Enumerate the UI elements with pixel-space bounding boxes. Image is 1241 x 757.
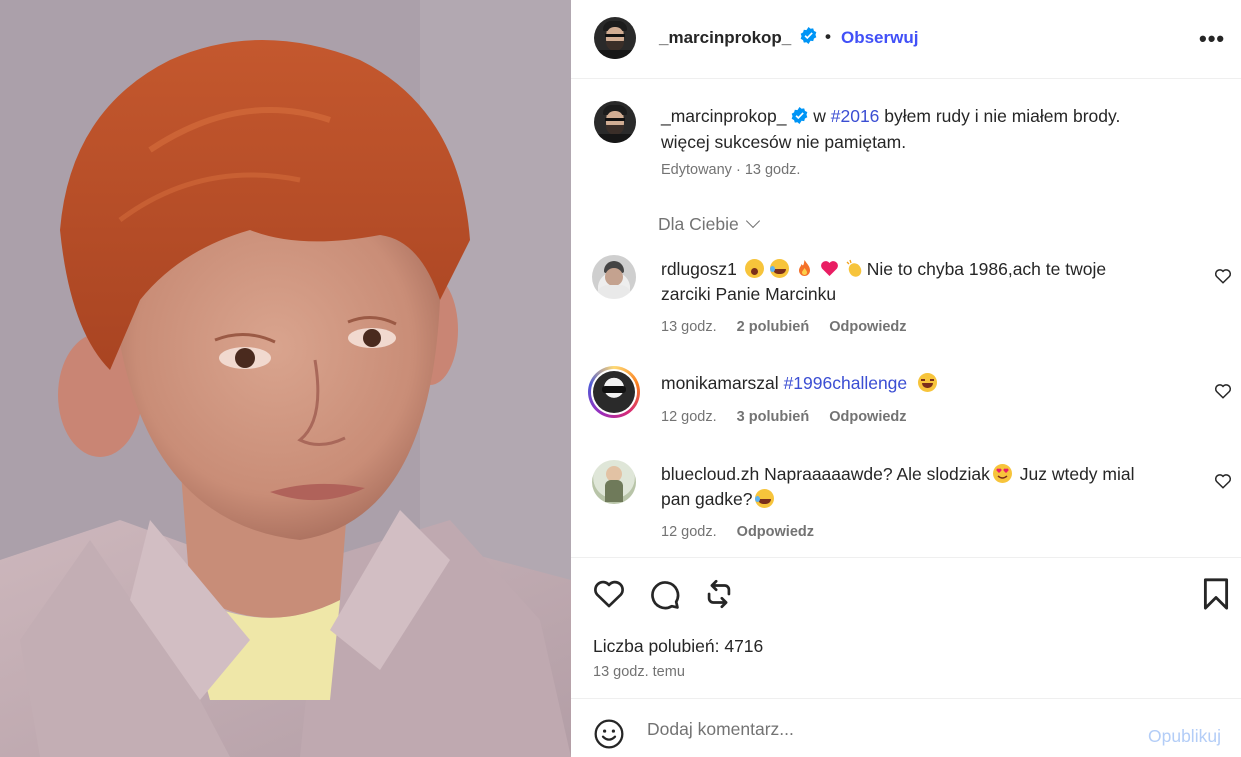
like-comment-heart-icon[interactable] — [1214, 472, 1232, 490]
comment-likes[interactable]: 2 polubień — [737, 319, 810, 335]
clapping-hands-emoji-icon — [845, 259, 864, 278]
publish-button[interactable]: Opublikuj — [1148, 726, 1221, 747]
comment-time[interactable]: 12 godz. — [661, 524, 717, 540]
follow-button[interactable]: Obserwuj — [841, 28, 918, 48]
comment-meta: 12 godz. 3 polubień Odpowiedz — [661, 409, 923, 425]
comment-body-line2: pan gadke? — [661, 489, 753, 509]
commenter-avatar[interactable] — [592, 460, 636, 504]
like-comment-heart-icon[interactable] — [1214, 267, 1232, 285]
comment-body: Napraaaaawde? Ale slodziak — [764, 464, 990, 484]
caption-author-avatar[interactable] — [594, 101, 636, 143]
chevron-down-icon — [745, 213, 760, 229]
reply-button[interactable]: Odpowiedz — [829, 319, 906, 335]
comment-body-line2: zarciki Panie Marcinku — [661, 284, 837, 304]
repost-icon[interactable] — [702, 577, 736, 611]
comment-meta: 12 godz. Odpowiedz — [661, 524, 830, 540]
post-header: _marcinprokop_ • Obserwuj ••• — [571, 0, 1241, 79]
comment-time[interactable]: 13 godz. — [661, 319, 717, 335]
comment-input[interactable] — [647, 715, 1127, 743]
comment-hashtag[interactable]: #1996challenge — [784, 373, 908, 393]
header-separator: • — [825, 27, 831, 46]
caption-line2: więcej sukcesów nie pamiętam. — [661, 132, 907, 152]
emoji-picker-icon[interactable] — [593, 718, 625, 750]
save-bookmark-icon[interactable] — [1201, 577, 1231, 611]
reply-button[interactable]: Odpowiedz — [829, 409, 906, 425]
comment-body-cont: Juz wtedy mial — [1019, 464, 1135, 484]
author-username[interactable]: _marcinprokop_ — [659, 28, 791, 48]
caption-text: _marcinprokop_ w #2016 byłem rudy i nie … — [661, 103, 1221, 155]
likes-count[interactable]: Liczba polubień: 4716 — [593, 636, 763, 657]
commenter-avatar-story-ring[interactable] — [588, 366, 640, 418]
author-avatar[interactable] — [594, 17, 636, 59]
joy-emoji-icon — [769, 259, 789, 278]
verified-badge-icon — [792, 107, 808, 124]
commenter-username[interactable]: monikamarszal — [661, 373, 779, 393]
photo-illustration — [0, 0, 571, 757]
caption-line1: byłem rudy i nie miałem brody. — [884, 106, 1121, 126]
post-panel: _marcinprokop_ • Obserwuj ••• _marcinpro… — [571, 0, 1241, 757]
grinning-emoji-icon — [918, 373, 938, 392]
caption-hashtag[interactable]: #2016 — [831, 106, 880, 126]
comment-time[interactable]: 12 godz. — [661, 409, 717, 425]
add-comment-bar: Opublikuj — [571, 698, 1241, 757]
comment-likes[interactable]: 3 polubień — [737, 409, 810, 425]
more-options-icon[interactable]: ••• — [1199, 26, 1225, 52]
like-heart-icon[interactable] — [592, 577, 626, 611]
comment-text: rdlugosz1 Nie to chyba 1986,ach te twoje… — [661, 257, 1181, 307]
caption-prefix: w — [813, 106, 826, 126]
caption-meta: Edytowany · 13 godz. — [661, 162, 801, 178]
caption-author-username[interactable]: _marcinprokop_ — [661, 106, 786, 126]
post-photo — [0, 0, 571, 757]
commenter-avatar[interactable] — [592, 255, 636, 299]
heart-eyes-emoji-icon — [992, 464, 1012, 483]
post-time: 13 godz. temu — [593, 664, 685, 680]
comment-meta: 13 godz. 2 polubień Odpowiedz — [661, 319, 923, 335]
reply-button[interactable]: Odpowiedz — [737, 524, 814, 540]
joy-emoji-icon — [755, 489, 775, 508]
like-comment-heart-icon[interactable] — [1214, 382, 1232, 400]
verified-badge-icon — [800, 27, 817, 47]
fire-emoji-icon — [795, 259, 814, 278]
comment-bubble-icon[interactable] — [647, 577, 681, 611]
comment-body: Nie to chyba 1986,ach te twoje — [866, 259, 1107, 279]
commenter-username[interactable]: bluecloud.zh — [661, 464, 759, 484]
comment-text: bluecloud.zh Napraaaaawde? Ale slodziak … — [661, 462, 1181, 512]
comment-text: monikamarszal #1996challenge — [661, 371, 1181, 396]
astonished-emoji-icon — [744, 259, 764, 278]
heart-emoji-icon — [820, 259, 839, 278]
comment-sort-dropdown[interactable]: Dla Ciebie — [658, 213, 760, 235]
commenter-username[interactable]: rdlugosz1 — [661, 259, 737, 279]
comment-sort-label: Dla Ciebie — [658, 214, 739, 234]
post-actions: Liczba polubień: 4716 13 godz. temu — [571, 557, 1241, 698]
